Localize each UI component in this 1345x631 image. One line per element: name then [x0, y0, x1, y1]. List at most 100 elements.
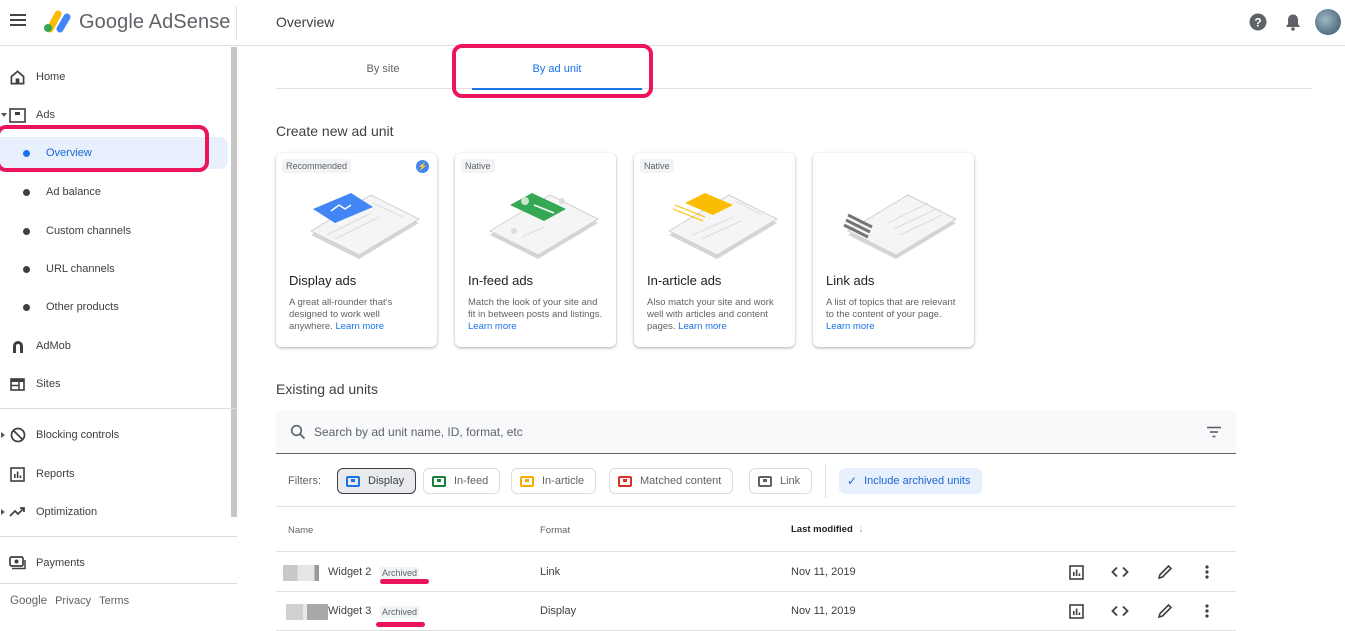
- check-icon: ✓: [847, 474, 858, 488]
- expand-caret-icon: [1, 509, 5, 515]
- link-ad-illustration-icon: [843, 194, 958, 259]
- in-article-ads-card[interactable]: Native In-article ads Also match your si…: [634, 153, 795, 347]
- card-title: In-article ads: [647, 273, 722, 288]
- in-feed-format-icon: [432, 475, 446, 487]
- sidebar-item-custom-channels[interactable]: Custom channels: [0, 215, 228, 247]
- card-description: Match the look of your site and fit in b…: [468, 297, 603, 332]
- svg-text:?: ?: [1254, 16, 1261, 30]
- learn-more-link[interactable]: Learn more: [335, 321, 384, 332]
- table-row[interactable]: Widget 2 Archived Link Nov 11, 2019: [276, 553, 1236, 592]
- card-description: A great all-rounder that’s designed to w…: [289, 297, 393, 332]
- sidebar-item-ads[interactable]: Ads: [0, 99, 228, 131]
- ad-unit-name[interactable]: Widget 3: [328, 605, 371, 617]
- get-code-icon[interactable]: [1111, 602, 1129, 620]
- sidebar-item-blocking-controls[interactable]: Blocking controls: [0, 419, 228, 451]
- table-row[interactable]: Widget 3 Archived Display Nov 11, 2019: [276, 592, 1236, 631]
- tab-by-ad-unit[interactable]: By ad unit: [472, 48, 642, 90]
- edit-pencil-icon[interactable]: [1156, 563, 1174, 581]
- ad-unit-search-input[interactable]: [314, 420, 1174, 444]
- sidebar-item-reports[interactable]: Reports: [0, 458, 228, 490]
- ad-unit-format: Display: [540, 605, 577, 617]
- filter-chip-in-article[interactable]: In-article: [511, 468, 597, 494]
- sort-descending-icon: ↓: [858, 524, 864, 535]
- admob-icon: [9, 338, 26, 355]
- include-archived-toggle[interactable]: ✓ Include archived units: [839, 468, 983, 494]
- view-tabs: By site By ad unit: [276, 48, 1312, 90]
- main-menu-button[interactable]: [10, 14, 26, 28]
- more-options-icon[interactable]: [1198, 602, 1216, 620]
- filter-chip-link[interactable]: Link: [749, 468, 813, 494]
- bullet-icon: [23, 227, 30, 235]
- account-avatar[interactable]: [1315, 9, 1341, 35]
- reports-icon: [9, 466, 26, 483]
- ad-unit-format: Link: [540, 566, 561, 578]
- card-tag: Native: [640, 159, 674, 173]
- sidebar-item-payments[interactable]: Payments: [0, 547, 228, 579]
- card-title: Display ads: [289, 273, 357, 288]
- link-ads-card[interactable]: Link ads A list of topics that are relev…: [813, 153, 974, 347]
- display-ads-card[interactable]: Recommended ⚡ Display ads A great all-ro…: [276, 153, 437, 347]
- brand-name: Google AdSense: [79, 11, 231, 33]
- ad-unit-name[interactable]: Widget 2: [328, 566, 371, 578]
- top-app-bar: Google AdSense Overview ?: [0, 0, 1345, 46]
- table-header: Name Format Last modified ↓: [276, 506, 1236, 552]
- payments-icon: [9, 555, 26, 572]
- learn-more-link[interactable]: Learn more: [678, 321, 727, 332]
- existing-ad-units-heading: Existing ad units: [276, 381, 378, 397]
- bullet-icon: [23, 303, 30, 311]
- report-icon[interactable]: [1067, 602, 1085, 620]
- adsense-logo-icon: [44, 10, 71, 33]
- expand-caret-icon: [1, 432, 5, 438]
- filter-list-icon[interactable]: [1206, 424, 1222, 440]
- in-feed-ads-card[interactable]: Native In-feed ads Match the look of you…: [455, 153, 616, 347]
- bullet-icon: [23, 188, 30, 196]
- sidebar-divider: [0, 408, 237, 409]
- sidebar-item-ad-balance[interactable]: Ad balance: [0, 176, 228, 208]
- matched-content-format-icon: [618, 475, 632, 487]
- filter-divider: [825, 464, 826, 498]
- sidebar-item-optimization[interactable]: Optimization: [0, 496, 228, 528]
- redacted-thumbnail: [286, 604, 328, 620]
- column-header-last-modified[interactable]: Last modified ↓: [791, 524, 864, 535]
- tab-by-site[interactable]: By site: [298, 48, 468, 89]
- card-tag: Native: [461, 159, 495, 173]
- bullet-icon: [23, 265, 30, 273]
- sidebar-divider: [0, 536, 237, 537]
- edit-pencil-icon[interactable]: [1156, 602, 1174, 620]
- sidebar-item-sites[interactable]: Sites: [0, 368, 228, 400]
- topbar-divider: [236, 6, 237, 40]
- filter-chip-matched-content[interactable]: Matched content: [609, 468, 734, 494]
- column-header-name[interactable]: Name: [288, 525, 313, 536]
- page-title: Overview: [276, 14, 335, 30]
- bullet-icon: [23, 149, 30, 157]
- card-description: A list of topics that are relevant to th…: [826, 297, 956, 332]
- block-icon: [9, 427, 26, 444]
- privacy-link[interactable]: Privacy: [55, 595, 91, 607]
- in-article-ad-illustration-icon: [667, 193, 779, 259]
- sidebar-footer: Google Privacy Terms: [10, 595, 129, 607]
- learn-more-link[interactable]: Learn more: [826, 321, 875, 332]
- highlight-annotation: [380, 579, 429, 584]
- filter-chip-display[interactable]: Display: [337, 468, 417, 494]
- archived-badge: Archived: [380, 606, 420, 618]
- sidebar-item-url-channels[interactable]: URL channels: [0, 253, 228, 285]
- sidebar-scrollbar[interactable]: [231, 47, 237, 517]
- sidebar-item-overview[interactable]: Overview: [0, 137, 228, 169]
- sidebar-item-other-products[interactable]: Other products: [0, 291, 228, 323]
- sidebar-divider: [0, 583, 237, 584]
- ads-icon: [9, 107, 26, 124]
- more-options-icon[interactable]: [1198, 563, 1216, 581]
- learn-more-link[interactable]: Learn more: [468, 321, 517, 332]
- filter-chip-in-feed[interactable]: In-feed: [423, 468, 501, 494]
- sidebar-item-home[interactable]: Home: [0, 61, 228, 93]
- sidebar-item-admob[interactable]: AdMob: [0, 330, 228, 362]
- terms-link[interactable]: Terms: [99, 595, 129, 607]
- report-icon[interactable]: [1067, 563, 1085, 581]
- search-bar: [276, 410, 1236, 454]
- display-format-icon: [346, 475, 360, 487]
- column-header-format[interactable]: Format: [540, 525, 570, 536]
- notifications-bell-icon[interactable]: [1283, 12, 1303, 32]
- get-code-icon[interactable]: [1111, 563, 1129, 581]
- lightning-icon: ⚡: [416, 160, 429, 173]
- help-icon[interactable]: ?: [1248, 12, 1268, 32]
